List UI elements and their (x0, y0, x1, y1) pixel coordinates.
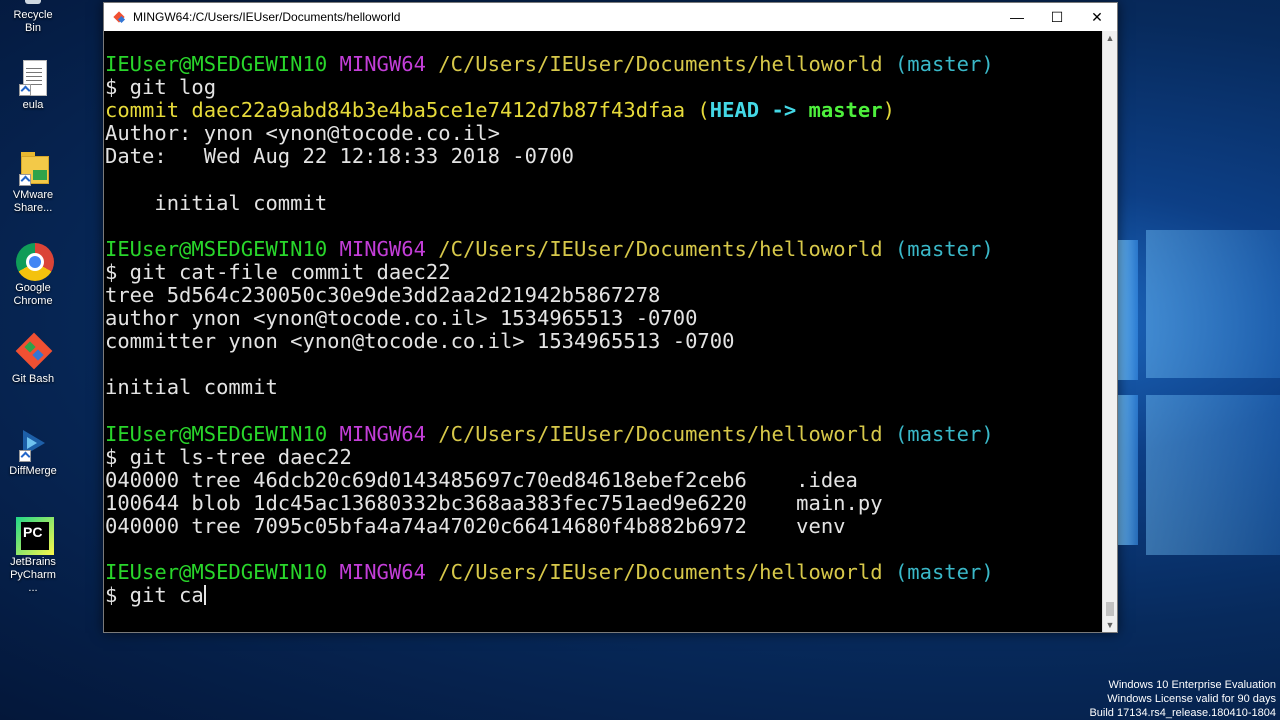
command-input-line[interactable]: $ git ca (105, 584, 1103, 607)
command-line: $ git cat-file commit daec22 (105, 259, 451, 284)
diffmerge-icon (15, 426, 51, 462)
output-line: initial commit (105, 190, 328, 215)
desktop-icon-pycharm[interactable]: PC JetBrains PyCharm ... (4, 517, 62, 595)
watermark-line: Build 17134.rs4_release.180410-1804 (1089, 707, 1276, 719)
paren-open: ( (697, 98, 710, 123)
text-cursor (203, 585, 206, 606)
branch-ref: master (808, 98, 883, 123)
folder-icon (15, 150, 51, 186)
desktop-icon-eula[interactable]: eula (4, 60, 62, 112)
desktop-icon-label: DiffMerge (9, 465, 57, 477)
shortcut-arrow-icon (19, 84, 31, 96)
commit-line: commit daec22a9abd84b3e4ba5ce1e7412d7b87… (105, 99, 1103, 122)
shortcut-arrow-icon (19, 450, 31, 462)
output-line: initial commit (105, 375, 278, 400)
commit-hash: commit daec22a9abd84b3e4ba5ce1e7412d7b87… (105, 98, 698, 123)
prompt-line: IEUser@MSEDGEWIN10 MINGW64 /C/Users/IEUs… (105, 236, 1103, 261)
desktop-icon-google-chrome[interactable]: Google Chrome (4, 243, 62, 308)
paren-close: ) (882, 98, 895, 123)
desktop-icon-label: Google Chrome (13, 282, 53, 307)
prompt-user-host: IEUser@MSEDGEWIN10 (105, 560, 328, 585)
prompt-user-host: IEUser@MSEDGEWIN10 (105, 236, 328, 261)
current-command: $ git ca (105, 583, 204, 608)
close-button[interactable]: ✕ (1077, 3, 1117, 31)
chrome-icon (15, 243, 54, 281)
shortcut-arrow-icon (19, 174, 31, 186)
output-line: author ynon <ynon@tocode.co.il> 15349655… (105, 306, 698, 331)
prompt-line: IEUser@MSEDGEWIN10 MINGW64 /C/Users/IEUs… (105, 52, 1103, 76)
prompt-branch: (master) (894, 52, 994, 76)
minimize-button[interactable]: — (997, 3, 1037, 31)
desktop-icon-label: Recycle Bin (13, 9, 53, 34)
desktop-icon-recycle-bin[interactable]: Recycle Bin (4, 0, 62, 35)
desktop-icon-label: JetBrains PyCharm ... (10, 556, 56, 594)
text-document-icon (15, 60, 51, 96)
prompt-path: /C/Users/IEUser/Documents/helloworld (438, 421, 883, 446)
output-line: Date: Wed Aug 22 12:18:33 2018 -0700 (105, 144, 574, 169)
prompt-shell: MINGW64 (339, 52, 426, 76)
prompt-line: IEUser@MSEDGEWIN10 MINGW64 /C/Users/IEUs… (105, 561, 1103, 584)
output-line: 040000 tree 7095c05bfa4a74a47020c6641468… (105, 513, 846, 538)
scrollbar-thumb[interactable] (1106, 602, 1114, 616)
prompt-path: /C/Users/IEUser/Documents/helloworld (438, 236, 883, 261)
pycharm-icon: PC (15, 517, 54, 555)
prompt-branch: (master) (894, 236, 994, 261)
window-title: MINGW64:/C/Users/IEUser/Documents/hellow… (133, 10, 401, 24)
prompt-shell: MINGW64 (339, 421, 426, 446)
git-app-icon (112, 10, 126, 24)
desktop-icon-label: eula (22, 99, 44, 111)
desktop-icon-git-bash[interactable]: Git Bash (4, 332, 62, 386)
prompt-branch: (master) (894, 421, 994, 446)
window-titlebar[interactable]: MINGW64:/C/Users/IEUser/Documents/hellow… (104, 3, 1117, 31)
desktop-icon-label: Git Bash (11, 373, 55, 385)
recycle-bin-icon (15, 0, 51, 6)
desktop-icon-label: VMware Share... (12, 189, 54, 214)
command-line: $ git ls-tree daec22 (105, 444, 352, 469)
prompt-user-host: IEUser@MSEDGEWIN10 (105, 421, 328, 446)
output-line: 040000 tree 46dcb20c69d0143485697c70ed84… (105, 467, 858, 492)
windows-logo-wallpaper (1118, 230, 1280, 610)
vertical-scrollbar[interactable]: ▲ ▼ (1102, 31, 1117, 632)
scroll-up-arrow-icon[interactable]: ▲ (1103, 31, 1117, 45)
head-ref: HEAD -> (709, 98, 809, 123)
prompt-user-host: IEUser@MSEDGEWIN10 (105, 52, 328, 76)
watermark-line: Windows 10 Enterprise Evaluation (1108, 679, 1276, 691)
output-line: tree 5d564c230050c30e9de3dd2aa2d21942b58… (105, 282, 661, 307)
mintty-terminal-window[interactable]: MINGW64:/C/Users/IEUser/Documents/hellow… (103, 2, 1118, 633)
windows-evaluation-watermark: Windows 10 Enterprise Evaluation Windows… (1089, 678, 1276, 720)
prompt-shell: MINGW64 (339, 236, 426, 261)
terminal-output[interactable]: IEUser@MSEDGEWIN10 MINGW64 /C/Users/IEUs… (104, 31, 1103, 632)
prompt-line: IEUser@MSEDGEWIN10 MINGW64 /C/Users/IEUs… (105, 421, 1103, 446)
scroll-down-arrow-icon[interactable]: ▼ (1103, 618, 1117, 632)
watermark-line: Windows License valid for 90 days (1107, 693, 1276, 705)
prompt-shell: MINGW64 (339, 560, 426, 585)
prompt-path: /C/Users/IEUser/Documents/helloworld (438, 560, 883, 585)
desktop-icon-diffmerge[interactable]: DiffMerge (4, 426, 62, 478)
desktop-icon-vmware-share[interactable]: VMware Share... (4, 150, 62, 215)
output-line: committer ynon <ynon@tocode.co.il> 15349… (105, 329, 735, 354)
command-line: $ git log (105, 75, 217, 100)
prompt-branch: (master) (894, 560, 994, 585)
output-line: Author: ynon <ynon@tocode.co.il> (105, 121, 500, 146)
prompt-path: /C/Users/IEUser/Documents/helloworld (438, 52, 883, 76)
maximize-button[interactable]: ☐ (1037, 3, 1077, 31)
output-line: 100644 blob 1dc45ac13680332bc368aa383fec… (105, 490, 883, 515)
git-bash-icon (15, 332, 53, 370)
